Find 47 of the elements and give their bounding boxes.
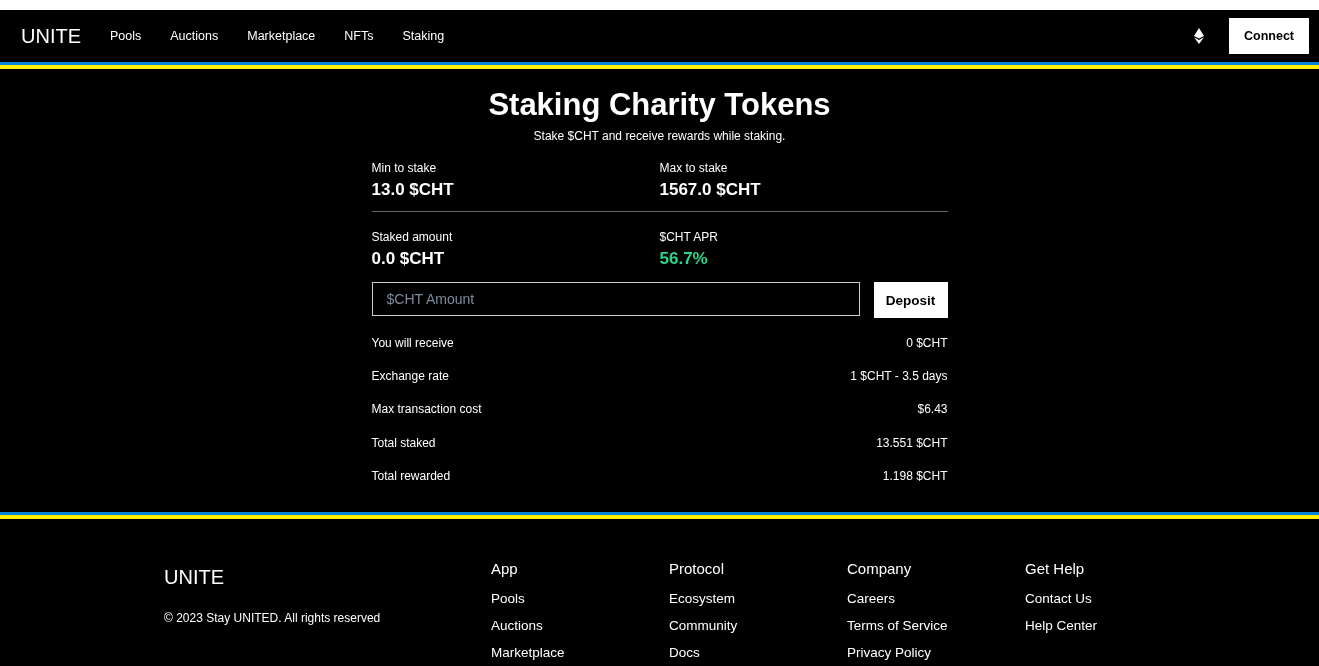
nav-link[interactable]: Marketplace — [247, 29, 316, 43]
stat-label: Max to stake — [659, 161, 729, 175]
stat-value: 13.0 $CHT — [371, 180, 455, 200]
stat-label: Min to stake — [371, 161, 438, 175]
footer-logo[interactable]: UNITE — [164, 566, 491, 589]
detail-value: 13.551 $CHT — [876, 435, 948, 450]
footer-heading: Get Help — [1025, 560, 1086, 577]
footer-link[interactable]: Docs — [669, 645, 847, 660]
footer-link[interactable]: Help Center — [1025, 618, 1203, 633]
footer-link[interactable]: Community — [669, 618, 847, 633]
footer-link[interactable]: Ecosystem — [669, 591, 847, 606]
stat-value: 0.0 $CHT — [371, 249, 446, 269]
detail-value: 1.198 $CHT — [882, 469, 948, 484]
footer-heading: Protocol — [669, 560, 726, 577]
page-subtitle: Stake $CHT and receive rewards while staking. — [533, 129, 786, 143]
connect-button[interactable]: Connect — [1229, 18, 1309, 54]
detail-label: Exchange rate — [371, 369, 449, 384]
logo[interactable]: UNITE — [21, 24, 81, 48]
footer-link[interactable]: Privacy Policy — [847, 645, 1025, 660]
detail-label: You will receive — [371, 335, 454, 350]
footer-link[interactable]: Pools — [491, 591, 669, 606]
stat-value: 56.7% — [659, 249, 709, 269]
detail-label: Total staked — [371, 435, 436, 450]
footer-link[interactable]: Auctions — [491, 618, 669, 633]
footer-link[interactable]: Careers — [847, 591, 1025, 606]
stat-label: Staked amount — [371, 230, 454, 244]
detail-value: $6.43 — [917, 402, 948, 417]
diamond-icon[interactable] — [1194, 28, 1204, 44]
stat-value: 1567.0 $CHT — [659, 180, 762, 200]
stat-label: $CHT APR — [659, 230, 719, 244]
footer-heading: App — [491, 560, 519, 577]
footer-heading: Company — [847, 560, 913, 577]
detail-value: 1 $CHT - 3.5 days — [850, 369, 948, 384]
nav-link[interactable]: Staking — [402, 29, 445, 43]
nav-link[interactable]: NFTs — [344, 29, 374, 43]
copyright-text: © 2023 Stay UNITED. All rights reserved — [164, 611, 382, 625]
nav-link[interactable]: Auctions — [170, 29, 219, 43]
footer-link[interactable]: Marketplace — [491, 645, 669, 660]
footer-link[interactable]: Terms of Service — [847, 618, 1025, 633]
detail-label: Max transaction cost — [371, 402, 482, 417]
footer-link[interactable]: Contact Us — [1025, 591, 1203, 606]
amount-field[interactable]: $CHT Amount — [371, 282, 860, 316]
detail-label: Total rewarded — [371, 469, 451, 484]
page-title: Staking Charity Tokens — [488, 87, 831, 123]
deposit-button[interactable]: Deposit — [873, 282, 948, 318]
detail-value: 0 $CHT — [906, 335, 948, 350]
nav-link[interactable]: Pools — [110, 29, 142, 43]
